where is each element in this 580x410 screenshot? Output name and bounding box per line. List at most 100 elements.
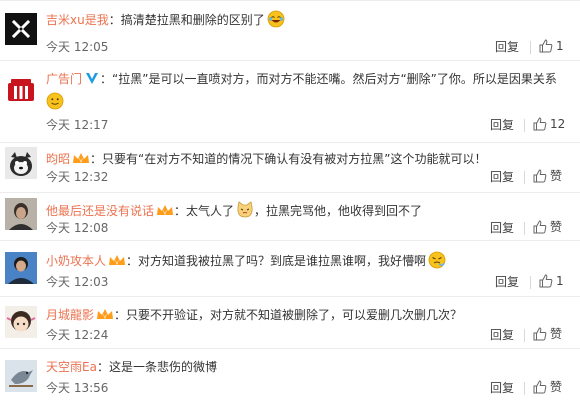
reply-button[interactable]: 回复 [490, 380, 514, 396]
action-divider [524, 119, 525, 132]
vip-crown-icon: V [96, 308, 114, 327]
comment-text: 搞清楚拉黑和删除的区别了 [120, 13, 265, 27]
like-button[interactable]: 赞 [533, 219, 562, 235]
comment-text: 只要有“在对方不知道的情况下确认有没有被对方拉黑”这个功能就可以！ [102, 152, 487, 166]
username-link[interactable]: 广告门 [46, 72, 82, 86]
avatar[interactable] [5, 306, 37, 338]
comment-text: 太气人了 [186, 204, 235, 218]
username-link[interactable]: 吉米xu是我 [46, 13, 109, 27]
comment-line: 天空雨Ea：这是一条悲伤的微博 [46, 358, 574, 376]
thumbs-up-icon [533, 380, 547, 394]
vip-crown-icon: V [108, 254, 126, 273]
action-divider [524, 382, 525, 395]
comment-time: 今天 12:08 [46, 221, 109, 235]
comment-time: 今天 12:17 [46, 118, 109, 132]
comment-item: 小奶攻本人 V ：对方知道我被拉黑了吗？到底是谁拉黑谁啊，我好懵啊 今天 12:03… [0, 240, 580, 296]
reply-button[interactable]: 回复 [495, 274, 519, 290]
comment-item: 吉米xu是我：搞清楚拉黑和删除的区别了 今天 12:05 回复 1 [0, 0, 580, 60]
vip-crown-icon: V [156, 204, 174, 223]
username-link[interactable]: 小奶攻本人 [46, 254, 106, 268]
comment-line: 吉米xu是我：搞清楚拉黑和删除的区别了 [46, 10, 574, 33]
x-logo-icon [5, 13, 37, 45]
username-link[interactable]: 月城龍影 [46, 308, 94, 322]
anime-avatar-icon [5, 306, 37, 338]
colon: ： [114, 308, 127, 322]
like-button[interactable]: 赞 [533, 379, 562, 395]
cat-emoji-icon [236, 201, 254, 224]
like-count: 赞 [550, 169, 563, 183]
comment-item: 他最后还是没有说话 V ：太气人了 ，拉黑完骂他，他收得到回不了 今天 12:08 回… [0, 192, 580, 240]
action-divider [524, 171, 525, 184]
avatar[interactable] [5, 198, 37, 230]
action-divider [530, 41, 531, 54]
like-count: 12 [550, 117, 566, 131]
like-button[interactable]: 1 [539, 38, 564, 54]
colon: ： [174, 204, 187, 218]
colon: ： [90, 152, 103, 166]
like-button[interactable]: 1 [539, 273, 564, 289]
reply-button[interactable]: 回复 [495, 39, 519, 55]
avatar[interactable] [5, 73, 37, 105]
thumbs-up-icon [533, 220, 547, 234]
laugh-emoji-icon [267, 10, 285, 33]
dog-avatar-icon [5, 147, 37, 179]
like-count: 赞 [550, 380, 563, 394]
colon: ： [100, 72, 113, 86]
comment-text: 这是一条悲伤的微博 [108, 360, 217, 374]
comment-text: “拉黑”是可以一直喷对方，而对方不能还嘴。然后对方“删除”了你。所以是因果关系 [112, 72, 557, 86]
like-button[interactable]: 赞 [533, 326, 562, 342]
thumbs-up-icon [539, 274, 553, 288]
avatar[interactable] [5, 13, 37, 45]
smile-emoji-icon [46, 92, 64, 113]
colon: ： [126, 254, 139, 268]
colon: ： [96, 360, 109, 374]
like-count: 1 [556, 274, 564, 288]
comment-time: 今天 13:56 [46, 381, 109, 395]
reply-button[interactable]: 回复 [490, 117, 514, 133]
username-link[interactable]: 昀昭 [46, 152, 70, 166]
comment-line: 小奶攻本人 V ：对方知道我被拉黑了吗？到底是谁拉黑谁啊，我好懵啊 [46, 251, 574, 274]
username-link[interactable]: 他最后还是没有说话 [46, 204, 154, 218]
person-avatar-icon [5, 198, 37, 230]
like-count: 赞 [550, 327, 563, 341]
avatar[interactable] [5, 252, 37, 284]
megaphone-icon [5, 73, 37, 105]
avatar[interactable] [5, 360, 37, 392]
comment-line: 广告门 ：“拉黑”是可以一直喷对方，而对方不能还嘴。然后对方“删除”了你。所以是因… [46, 70, 574, 91]
thumbs-up-icon [533, 169, 547, 183]
comment-time: 今天 12:32 [46, 170, 109, 184]
svg-text:V: V [79, 159, 83, 165]
like-button[interactable]: 赞 [533, 168, 562, 184]
username-link[interactable]: 天空雨Ea [46, 360, 97, 374]
avatar[interactable] [5, 147, 37, 179]
verified-v-icon [84, 70, 100, 91]
action-divider [524, 222, 525, 235]
like-button[interactable]: 12 [533, 116, 565, 132]
comment-time: 今天 12:24 [46, 328, 109, 342]
reply-button[interactable]: 回复 [490, 220, 514, 236]
action-divider [524, 329, 525, 342]
thumbs-up-icon [533, 327, 547, 341]
comment-item: 广告门 ：“拉黑”是可以一直喷对方，而对方不能还嘴。然后对方“删除”了你。所以是因… [0, 60, 580, 142]
comment-time: 今天 12:05 [46, 40, 109, 54]
comment-time: 今天 12:03 [46, 275, 109, 289]
svg-text:V: V [163, 211, 167, 217]
comment-line: 月城龍影 V ：只要不开验证，对方就不知道被删除了，可以爱删几次删几次？ [46, 306, 574, 327]
person-avatar-icon [5, 252, 37, 284]
svg-text:V: V [103, 315, 107, 321]
action-divider [530, 276, 531, 289]
bird-avatar-icon [5, 360, 37, 392]
reply-button[interactable]: 回复 [490, 327, 514, 343]
thumbs-up-icon [533, 117, 547, 131]
svg-text:V: V [115, 261, 119, 267]
thumbs-up-icon [539, 39, 553, 53]
reply-button[interactable]: 回复 [490, 169, 514, 185]
colon: ： [108, 13, 121, 27]
comment-item: 天空雨Ea：这是一条悲伤的微博 今天 13:56 回复 赞 [0, 348, 580, 410]
comment-item: 月城龍影 V ：只要不开验证，对方就不知道被删除了，可以爱删几次删几次？ 今天 12… [0, 296, 580, 348]
comment-text-continued: ，拉黑完骂他，他收得到回不了 [254, 204, 423, 218]
comment-item: 昀昭 V ：只要有“在对方不知道的情况下确认有没有被对方拉黑”这个功能就可以！ 今天… [0, 142, 580, 192]
comment-text: 只要不开验证，对方就不知道被删除了，可以爱删几次删几次？ [126, 308, 463, 322]
comment-line: 昀昭 V ：只要有“在对方不知道的情况下确认有没有被对方拉黑”这个功能就可以！ [46, 150, 574, 171]
comment-list: 吉米xu是我：搞清楚拉黑和删除的区别了 今天 12:05 回复 1 广告门 ：“拉… [0, 0, 580, 410]
